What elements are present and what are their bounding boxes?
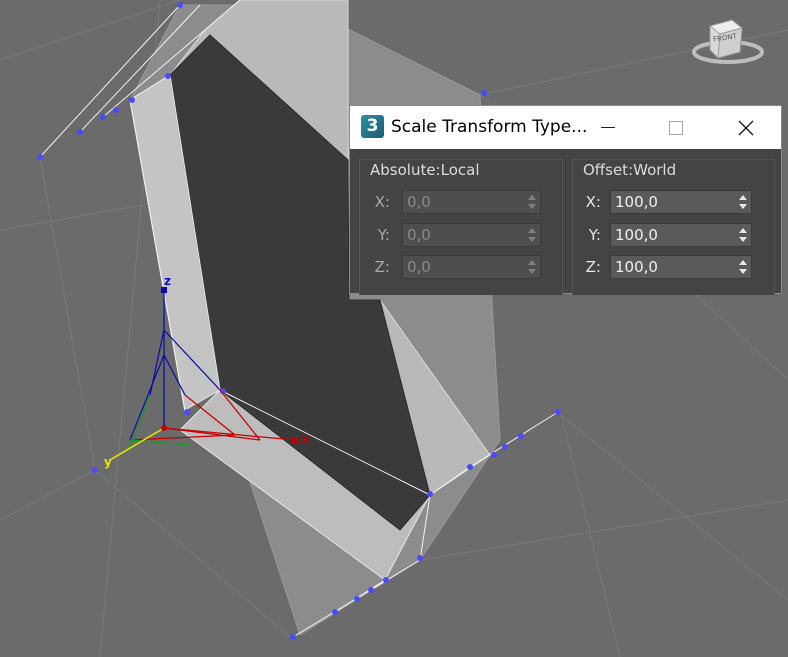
absolute-z-spinner: 0,0 — [402, 255, 541, 279]
gizmo-x-label: x — [301, 432, 309, 446]
absolute-x-row: X: 0,0 — [360, 190, 562, 214]
offset-y-spinner[interactable]: 100,0 — [610, 223, 752, 247]
offset-y-value[interactable]: 100,0 — [615, 224, 658, 246]
offset-world-group: Offset:World X: 100,0 Y: 100,0 Z: 100,0 — [572, 159, 775, 295]
offset-y-row: Y: 100,0 — [573, 223, 774, 247]
dialog-title: Scale Transform Type... — [391, 117, 588, 137]
absolute-x-spinner: 0,0 — [402, 190, 541, 214]
scale-transform-dialog[interactable]: 3 Scale Transform Type... Absolute:Local… — [349, 105, 782, 295]
spinner-arrows-icon — [528, 195, 536, 209]
spinner-arrows-icon — [528, 260, 536, 274]
spinner-arrows-icon[interactable] — [739, 228, 747, 242]
offset-z-spinner[interactable]: 100,0 — [610, 255, 752, 279]
offset-z-row: Z: 100,0 — [573, 255, 774, 279]
offset-x-spinner[interactable]: 100,0 — [610, 190, 752, 214]
absolute-y-value: 0,0 — [407, 226, 431, 244]
absolute-z-value: 0,0 — [407, 258, 431, 276]
app-3dsmax-icon: 3 — [361, 115, 384, 138]
close-button[interactable] — [716, 106, 776, 149]
absolute-x-label: X: — [374, 193, 390, 211]
absolute-local-title: Absolute:Local — [369, 161, 481, 179]
viewport-scene[interactable]: z y x — [0, 0, 788, 657]
absolute-z-label: Z: — [374, 258, 390, 276]
gizmo-z-label: z — [164, 274, 171, 288]
minimize-button[interactable] — [578, 106, 638, 149]
absolute-y-label: Y: — [377, 226, 390, 244]
close-icon — [738, 120, 754, 135]
maximize-icon — [669, 120, 683, 135]
3d-viewport[interactable]: z y x FRONT — [0, 0, 788, 657]
absolute-y-row: Y: 0,0 — [360, 223, 562, 247]
offset-y-label: Y: — [588, 226, 601, 244]
offset-z-value[interactable]: 100,0 — [615, 256, 658, 278]
offset-world-title: Offset:World — [582, 161, 678, 179]
spinner-arrows-icon[interactable] — [739, 195, 747, 209]
maximize-button[interactable] — [646, 106, 706, 149]
spinner-arrows-icon — [528, 228, 536, 242]
minimize-icon — [601, 127, 615, 128]
offset-x-label: X: — [585, 193, 601, 211]
absolute-y-spinner: 0,0 — [402, 223, 541, 247]
spinner-arrows-icon[interactable] — [739, 260, 747, 274]
gizmo-y-label: y — [104, 455, 112, 469]
offset-x-row: X: 100,0 — [573, 190, 774, 214]
absolute-x-value: 0,0 — [407, 193, 431, 211]
absolute-z-row: Z: 0,0 — [360, 255, 562, 279]
absolute-local-group: Absolute:Local X: 0,0 Y: 0,0 Z: 0,0 — [359, 159, 563, 295]
dialog-titlebar[interactable]: 3 Scale Transform Type... — [350, 106, 781, 149]
offset-z-label: Z: — [585, 258, 601, 276]
offset-x-value[interactable]: 100,0 — [615, 191, 658, 213]
viewcube[interactable]: FRONT — [690, 12, 766, 68]
